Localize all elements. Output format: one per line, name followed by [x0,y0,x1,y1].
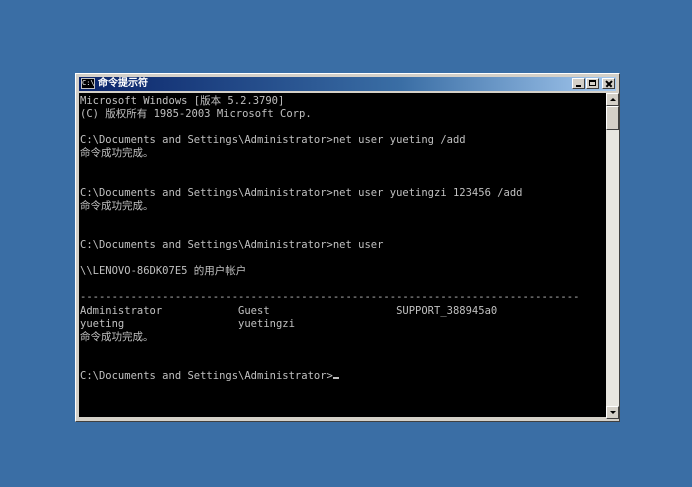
console-output[interactable]: Microsoft Windows [版本 5.2.3790] (C) 版权所有… [79,93,606,417]
console-line: 命令成功完成。 [80,330,154,343]
vertical-scrollbar[interactable] [606,93,619,419]
title-bar[interactable]: C:\ 命令提示符 [79,77,616,91]
console-line: (C) 版权所有 1985-2003 Microsoft Corp. [80,108,312,121]
scroll-up-button[interactable] [606,93,619,106]
console-line: Microsoft Windows [版本 5.2.3790] [80,95,285,107]
console-line: ----------------------------------------… [80,291,580,304]
window-title: 命令提示符 [98,78,148,89]
console-line: Administrator Guest SUPPORT_388945a0 [80,304,498,317]
scroll-thumb[interactable] [606,106,619,130]
console-text: Microsoft Windows [版本 5.2.3790] (C) 版权所有… [80,95,579,383]
minimize-button[interactable] [572,78,585,89]
text-cursor [332,376,339,379]
console-line: C:\Documents and Settings\Administrator>… [80,239,384,252]
console-line: yueting yuetingzi [80,317,295,330]
console-line: C:\Documents and Settings\Administrator> [80,369,333,382]
maximize-button[interactable] [586,78,599,89]
console-line: C:\Documents and Settings\Administrator>… [80,134,466,147]
scroll-down-button[interactable] [606,406,619,419]
console-line: 命令成功完成。 [80,199,154,212]
console-line: \\LENOVO-86DK07E5 的用户帐户 [80,265,247,278]
command-prompt-window[interactable]: C:\ 命令提示符 Microsoft Windows [版本 5.2.3790… [75,73,620,422]
console-line: C:\Documents and Settings\Administrator>… [80,186,523,199]
close-button[interactable] [602,78,615,89]
cmd-icon[interactable]: C:\ [81,78,95,89]
console-line: 命令成功完成。 [80,147,154,160]
